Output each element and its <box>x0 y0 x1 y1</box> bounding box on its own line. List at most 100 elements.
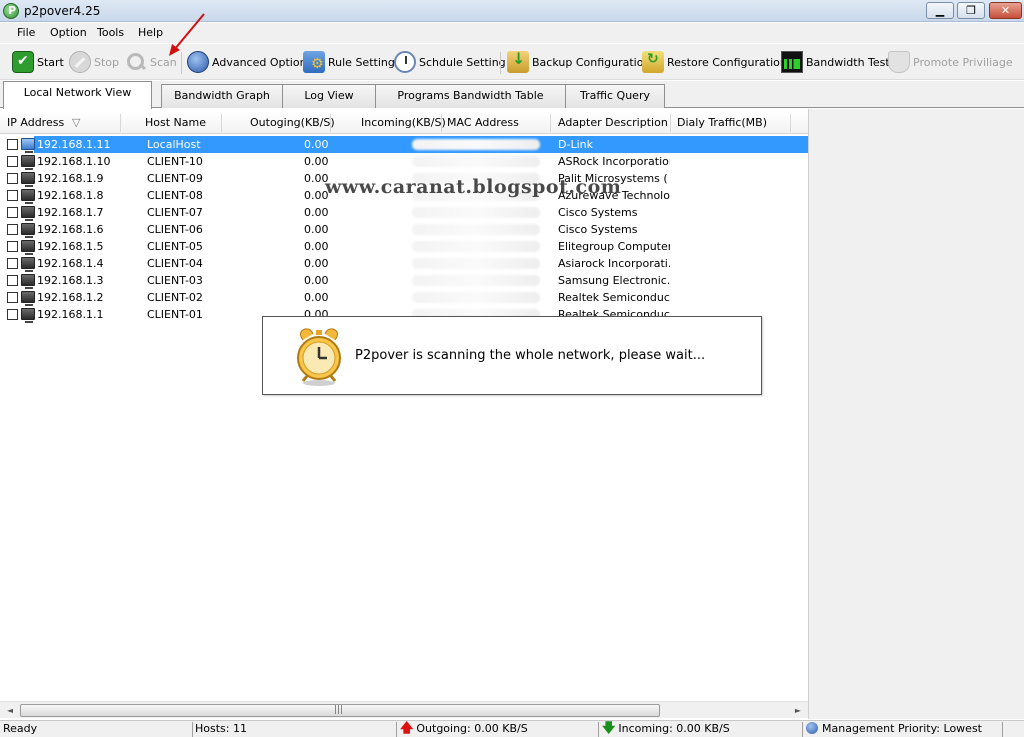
cell-outgoing: 0.00 <box>304 223 329 236</box>
scroll-left-arrow-icon[interactable]: ◄ <box>2 703 18 718</box>
row-checkbox[interactable] <box>7 292 18 303</box>
cell-outgoing: 0.00 <box>304 138 329 151</box>
cell-ip: 192.168.1.3 <box>37 274 104 287</box>
menu-help[interactable]: Help <box>138 26 163 39</box>
menu-option[interactable]: Option <box>50 26 87 39</box>
row-checkbox[interactable] <box>7 139 18 150</box>
minimize-button[interactable]: ▁ <box>926 2 954 19</box>
sort-arrow-icon: ▽ <box>72 116 81 129</box>
table-row[interactable]: 192.168.1.3 CLIENT-03 0.00 Samsung Elect… <box>0 272 808 289</box>
cell-adapter: Samsung Electronic... <box>558 274 670 287</box>
column-header-outgoing[interactable]: Outoging(KB/S) <box>250 116 335 129</box>
row-checkbox[interactable] <box>7 173 18 184</box>
table-row[interactable]: 192.168.1.4 CLIENT-04 0.00 Asiarock Inco… <box>0 255 808 272</box>
start-button[interactable]: Start <box>12 50 64 74</box>
stop-button[interactable]: Stop <box>69 50 119 74</box>
cell-outgoing: 0.00 <box>304 206 329 219</box>
row-checkbox[interactable] <box>7 309 18 320</box>
status-priority: Management Priority: Lowest <box>822 722 982 735</box>
cell-ip: 192.168.1.9 <box>37 172 104 185</box>
mac-redacted <box>412 275 540 286</box>
table-row[interactable]: 192.168.1.7 CLIENT-07 0.00 Cisco Systems <box>0 204 808 221</box>
row-checkbox[interactable] <box>7 156 18 167</box>
column-resizer[interactable] <box>330 114 331 132</box>
schedule-setting-button[interactable]: Schdule Setting <box>394 50 506 74</box>
table-row[interactable]: 192.168.1.6 CLIENT-06 0.00 Cisco Systems <box>0 221 808 238</box>
computer-icon <box>21 138 35 153</box>
column-header-daily-traffic[interactable]: Dialy Traffic(MB) <box>677 116 767 129</box>
status-divider <box>1002 722 1003 737</box>
empty-panel-area <box>808 109 1024 719</box>
column-resizer[interactable] <box>550 114 551 132</box>
bandwidth-test-button[interactable]: Bandwidth Test <box>781 50 890 74</box>
backup-box-icon <box>507 49 529 73</box>
cell-ip: 192.168.1.7 <box>37 206 104 219</box>
column-resizer[interactable] <box>670 114 671 132</box>
row-checkbox[interactable] <box>7 275 18 286</box>
cell-outgoing: 0.00 <box>304 240 329 253</box>
column-header-mac[interactable]: MAC Address <box>447 116 519 129</box>
status-ready: Ready <box>3 722 38 735</box>
horizontal-scrollbar[interactable]: ◄ ||| ► <box>0 701 808 718</box>
column-header-incoming[interactable]: Incoming(KB/S) <box>361 116 446 129</box>
scroll-thumb[interactable]: ||| <box>20 704 660 717</box>
mac-redacted <box>412 139 540 150</box>
column-resizer[interactable] <box>441 114 442 132</box>
globe-icon <box>806 722 818 734</box>
clock-icon <box>394 51 416 73</box>
computer-icon <box>21 189 35 204</box>
cell-host: CLIENT-04 <box>147 257 203 270</box>
backup-configuration-button[interactable]: Backup Configuration <box>507 49 650 74</box>
restore-configuration-button[interactable]: Restore Configuration <box>642 50 787 74</box>
grip-icon: ||| <box>334 705 344 715</box>
cell-host: CLIENT-01 <box>147 308 203 321</box>
column-header-adapter[interactable]: Adapter Description <box>558 116 668 129</box>
table-row[interactable]: 192.168.1.5 CLIENT-05 0.00 Elitegroup Co… <box>0 238 808 255</box>
computer-icon <box>21 172 35 187</box>
computer-icon <box>21 223 35 238</box>
column-resizer[interactable] <box>221 114 222 132</box>
tab-bandwidth-graph[interactable]: Bandwidth Graph <box>161 84 283 108</box>
table-row[interactable]: 192.168.1.2 CLIENT-02 0.00 Realtek Semic… <box>0 289 808 306</box>
column-header-ip[interactable]: IP Address <box>7 116 64 129</box>
computer-icon <box>21 308 35 323</box>
status-divider <box>192 722 193 737</box>
column-headers: IP Address ▽ Host Name Outoging(KB/S) In… <box>0 112 808 134</box>
tab-log-view[interactable]: Log View <box>282 84 376 108</box>
mac-redacted <box>412 156 540 167</box>
network-table: IP Address ▽ Host Name Outoging(KB/S) In… <box>0 109 1024 719</box>
arrow-up-icon: 🡅 <box>400 721 414 736</box>
computer-icon <box>21 155 35 170</box>
cell-host: CLIENT-09 <box>147 172 203 185</box>
row-checkbox[interactable] <box>7 224 18 235</box>
tab-traffic-query[interactable]: Traffic Query <box>565 84 665 108</box>
table-row[interactable]: 192.168.1.10 CLIENT-10 0.00 ASRock Incor… <box>0 153 808 170</box>
promote-privilege-button[interactable]: Promote Priviliage <box>888 50 1013 74</box>
menu-tools[interactable]: Tools <box>97 26 124 39</box>
cell-ip: 192.168.1.11 <box>37 138 111 151</box>
row-checkbox[interactable] <box>7 241 18 252</box>
computer-icon <box>21 274 35 289</box>
maximize-button[interactable]: ❐ <box>957 2 985 19</box>
menu-bar: File Option Tools Help <box>0 23 1024 43</box>
scanning-dialog: P2pover is scanning the whole network, p… <box>262 316 762 395</box>
tab-local-network-view[interactable]: Local Network View <box>3 81 152 109</box>
row-checkbox[interactable] <box>7 190 18 201</box>
close-button[interactable]: ✕ <box>989 2 1022 19</box>
status-divider <box>598 722 599 737</box>
computer-icon <box>21 291 35 306</box>
cell-adapter: Cisco Systems <box>558 206 638 219</box>
tab-programs-bandwidth-table[interactable]: Programs Bandwidth Table <box>375 84 566 108</box>
column-header-host[interactable]: Host Name <box>145 116 206 129</box>
menu-file[interactable]: File <box>17 26 35 39</box>
scroll-right-arrow-icon[interactable]: ► <box>790 703 806 718</box>
column-resizer[interactable] <box>120 114 121 132</box>
row-checkbox[interactable] <box>7 207 18 218</box>
cell-host: CLIENT-02 <box>147 291 203 304</box>
table-row[interactable]: 192.168.1.11 LocalHost 0.00 D-Link <box>0 136 808 153</box>
rule-setting-button[interactable]: Rule Setting <box>303 50 395 74</box>
row-checkbox[interactable] <box>7 258 18 269</box>
cell-ip: 192.168.1.8 <box>37 189 104 202</box>
cell-host: CLIENT-03 <box>147 274 203 287</box>
column-resizer[interactable] <box>790 114 791 132</box>
